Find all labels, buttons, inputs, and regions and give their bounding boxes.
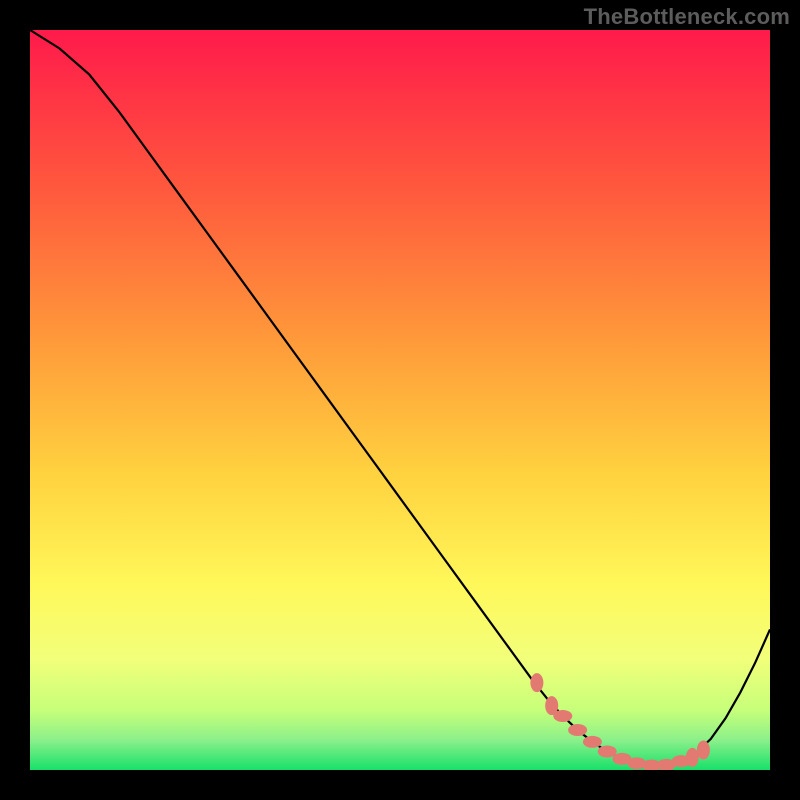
optimal-range-dots	[30, 30, 770, 770]
dot	[642, 760, 661, 770]
dot	[568, 724, 587, 736]
dot	[583, 736, 602, 748]
dot	[657, 759, 676, 770]
dot	[686, 748, 699, 767]
bottleneck-curve	[30, 30, 770, 770]
dot	[553, 710, 572, 722]
dot	[598, 746, 617, 758]
dot	[613, 753, 632, 765]
gradient-background	[30, 30, 770, 770]
dot	[672, 755, 691, 767]
curve-path	[30, 30, 770, 766]
dot	[530, 673, 543, 692]
plot-area	[30, 30, 770, 770]
dot	[545, 696, 558, 715]
chart-frame: TheBottleneck.com	[0, 0, 800, 800]
dot	[697, 741, 710, 760]
watermark-text: TheBottleneck.com	[584, 4, 790, 30]
dot	[627, 757, 646, 769]
heat-gradient	[30, 30, 770, 770]
